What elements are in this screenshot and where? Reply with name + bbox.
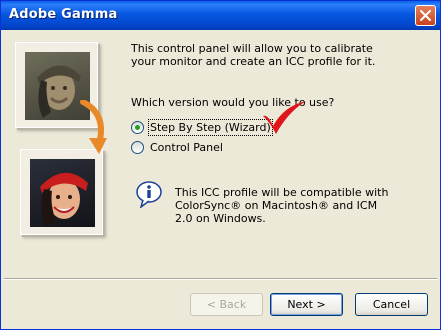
window-title: Adobe Gamma xyxy=(9,7,118,22)
separator xyxy=(4,278,437,280)
radio-control-panel[interactable]: Control Panel xyxy=(131,140,223,154)
info-line: This ICC profile will be compatible with xyxy=(175,186,389,199)
compatibility-note: This ICC profile will be compatible with… xyxy=(175,186,425,225)
curved-arrow-icon xyxy=(80,100,107,154)
radio-button-selected[interactable] xyxy=(131,120,144,134)
after-photo xyxy=(30,159,95,227)
radio-label-step-by-step[interactable]: Step By Step (Wizard) xyxy=(148,118,273,136)
adobe-gamma-dialog: Adobe Gamma This control panel will allo… xyxy=(0,0,441,330)
close-button[interactable] xyxy=(415,5,436,26)
radio-button[interactable] xyxy=(131,140,144,154)
red-checkmark-icon xyxy=(263,101,306,134)
dialog-content: This control panel will allow you to cal… xyxy=(4,30,437,328)
info-line: 2.0 on Windows. xyxy=(175,212,266,225)
info-line: ColorSync® on Macintosh® and ICM xyxy=(175,199,378,212)
info-icon xyxy=(136,181,162,208)
next-button[interactable]: Next > xyxy=(270,293,343,316)
cancel-button[interactable]: Cancel xyxy=(355,293,428,316)
intro-text: This control panel will allow you to cal… xyxy=(131,42,421,68)
back-button[interactable]: < Back xyxy=(190,293,263,316)
close-icon xyxy=(420,10,431,21)
title-bar[interactable]: Adobe Gamma xyxy=(1,1,440,30)
after-photo-frame xyxy=(20,149,103,235)
intro-line: your monitor and create an ICC profile f… xyxy=(131,55,376,68)
radio-label-control-panel[interactable]: Control Panel xyxy=(150,141,223,154)
intro-line: This control panel will allow you to cal… xyxy=(131,42,373,55)
illustration xyxy=(15,42,109,236)
radio-step-by-step[interactable]: Step By Step (Wizard) xyxy=(131,118,273,136)
